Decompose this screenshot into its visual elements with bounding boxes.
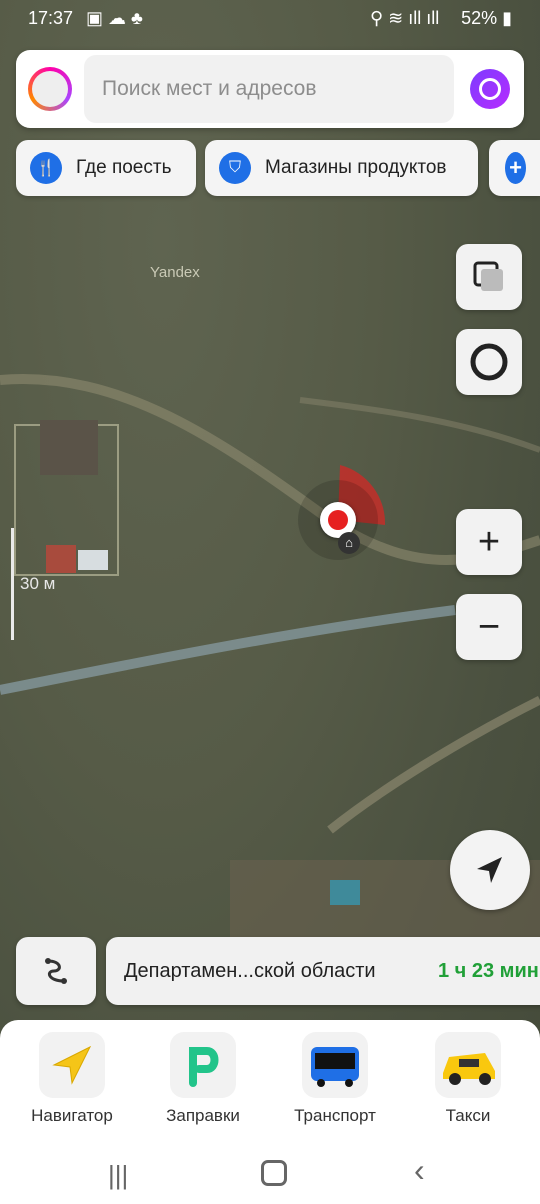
chip-label: Где поесть (76, 157, 172, 178)
plus-icon: + (477, 520, 501, 563)
zoom-in-button[interactable]: + (456, 509, 522, 575)
app-label: Навигатор (31, 1106, 113, 1125)
bus-icon (302, 1032, 368, 1098)
app-label: Транспорт (294, 1106, 376, 1125)
recent-apps-button[interactable]: ||| (108, 1160, 128, 1191)
taxi-icon (435, 1032, 501, 1098)
destination-card[interactable]: Департамен...ской области 1 ч 23 мин (106, 937, 540, 1005)
battery-indicator: 52% ▮ (461, 8, 512, 28)
route-icon (45, 958, 67, 984)
fuel-icon (170, 1032, 236, 1098)
layers-icon (473, 261, 503, 291)
scale-label: 30 м (20, 574, 56, 593)
my-location-button[interactable] (450, 830, 530, 910)
navigator-icon (39, 1032, 105, 1098)
route-button[interactable] (16, 937, 96, 1005)
system-navigation-bar: ||| ‹ (0, 1140, 540, 1204)
plus-icon: + (505, 152, 526, 184)
map-watermark: Yandex (150, 264, 200, 281)
app-transport[interactable]: Транспорт (280, 1032, 390, 1126)
alice-map-button[interactable] (456, 329, 522, 395)
scale-bar (11, 528, 14, 640)
chip-grocery-stores[interactable]: ⛉ Магазины продуктов (205, 140, 478, 196)
destination-name: Департамен...ской области (124, 960, 376, 982)
app-taxi[interactable]: Такси (413, 1032, 523, 1126)
alice-assistant-icon[interactable] (470, 69, 510, 109)
clock: 17:37 (28, 8, 74, 28)
destination-eta: 1 ч 23 мин (438, 960, 539, 982)
search-card: Поиск мест и адресов (16, 50, 524, 128)
home-marker-icon[interactable]: ⌂ (338, 532, 360, 554)
app-navigator[interactable]: Навигатор (17, 1032, 127, 1126)
chip-where-to-eat[interactable]: 🍴 Где поесть (16, 140, 196, 196)
avatar[interactable] (28, 67, 72, 111)
zoom-out-button[interactable]: − (456, 594, 522, 660)
chip-more[interactable]: + (489, 140, 540, 196)
battery-percent: 52% (461, 8, 498, 28)
home-button[interactable] (261, 1160, 287, 1186)
notification-icons: ▣ ☁ ♣ (86, 8, 143, 28)
search-input[interactable]: Поиск мест и адресов (84, 55, 454, 123)
app-label: Заправки (166, 1106, 240, 1125)
app-fuel[interactable]: Заправки (148, 1032, 258, 1126)
map-layers-button[interactable] (456, 244, 522, 310)
location-wifi-signal-icons: ⚲ ≋ ıll ıll (370, 8, 440, 28)
chip-label: Магазины продуктов (265, 157, 447, 178)
basket-icon: ⛉ (219, 152, 251, 184)
app-label: Такси (445, 1106, 491, 1125)
minus-icon: − (477, 605, 501, 648)
navigation-arrow-icon (477, 857, 502, 883)
fork-knife-icon: 🍴 (30, 152, 62, 184)
back-button[interactable]: ‹ (414, 1152, 425, 1189)
alice-ring-icon (470, 343, 508, 381)
status-bar: 17:37 ▣ ☁ ♣ ⚲ ≋ ıll ıll 52% ▮ (0, 0, 540, 36)
